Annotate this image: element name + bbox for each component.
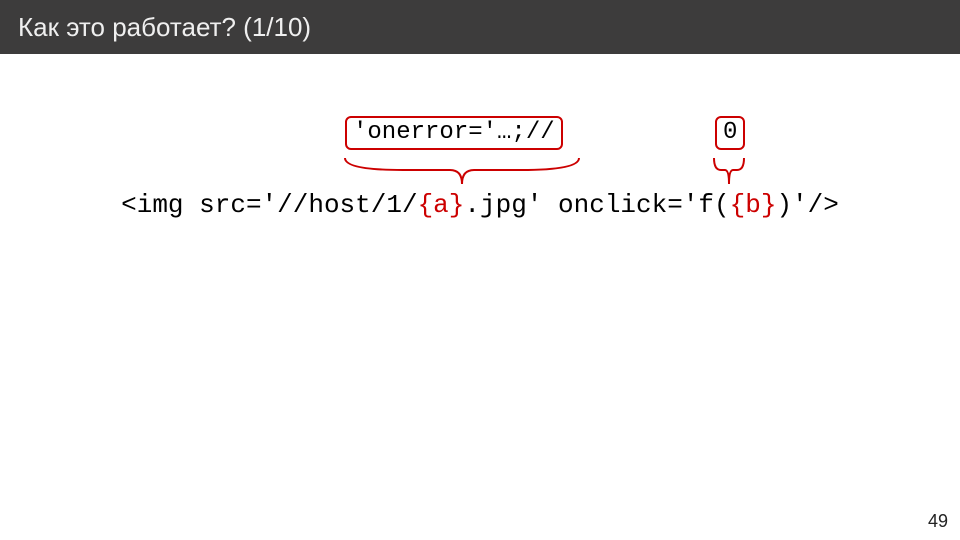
- page-number: 49: [928, 511, 948, 532]
- injection-badge-b: 0: [715, 116, 745, 150]
- code-template: <img src='//host/1/{a}.jpg' onclick='f({…: [0, 190, 960, 220]
- code-part-2: .jpg' onclick='f(: [464, 190, 729, 220]
- slide-header: Как это работает? (1/10): [0, 0, 960, 54]
- curly-brace-b-icon: [714, 154, 744, 188]
- code-part-3: )'/>: [776, 190, 838, 220]
- slide-title: Как это работает? (1/10): [18, 12, 311, 43]
- badge-row: 'onerror='…;// 0: [0, 116, 960, 156]
- code-part-1: <img src='//host/1/: [121, 190, 417, 220]
- injection-badge-a: 'onerror='…;//: [345, 116, 563, 150]
- placeholder-b: {b}: [730, 190, 777, 220]
- placeholder-a: {a}: [418, 190, 465, 220]
- slide-content: 'onerror='…;// 0 <img src='//host/1/{a}.…: [0, 54, 960, 540]
- curly-brace-a-icon: [345, 154, 579, 188]
